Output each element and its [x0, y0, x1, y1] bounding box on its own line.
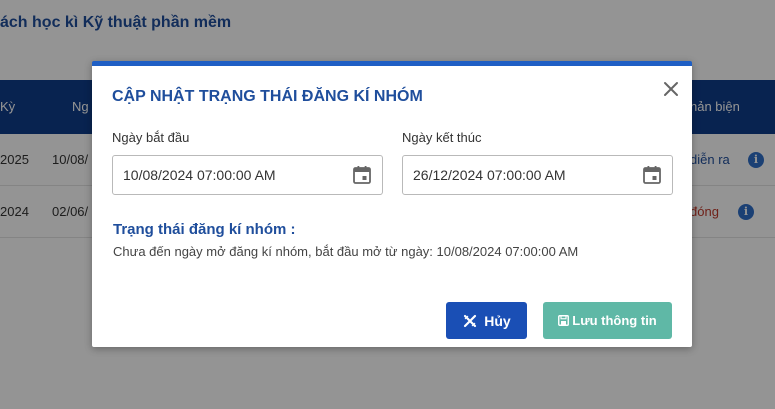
end-date-label: Ngày kết thúc: [402, 130, 482, 145]
status-message: Chưa đến ngày mở đăng kí nhóm, bắt đầu m…: [113, 244, 579, 259]
start-date-field[interactable]: [112, 155, 383, 195]
update-status-dialog: CẬP NHẬT TRẠNG THÁI ĐĂNG KÍ NHÓM Ngày bắ…: [92, 61, 692, 347]
close-icon: [664, 82, 678, 96]
dialog-title: CẬP NHẬT TRẠNG THÁI ĐĂNG KÍ NHÓM: [112, 88, 423, 105]
start-date-input[interactable]: [123, 156, 343, 194]
cancel-x-icon: [464, 314, 477, 327]
end-date-input[interactable]: [413, 156, 633, 194]
calendar-icon[interactable]: [352, 165, 372, 185]
close-button[interactable]: [660, 78, 682, 100]
save-icon: [558, 315, 570, 326]
cancel-button-label: Hủy: [484, 312, 511, 329]
end-date-field[interactable]: [402, 155, 673, 195]
save-button[interactable]: Lưu thông tin: [543, 302, 672, 339]
status-heading: Trạng thái đăng kí nhóm :: [113, 221, 296, 238]
save-button-label: Lưu thông tin: [572, 313, 657, 328]
cancel-button[interactable]: Hủy: [446, 302, 527, 339]
calendar-icon[interactable]: [642, 165, 662, 185]
start-date-label: Ngày bắt đầu: [112, 130, 190, 145]
